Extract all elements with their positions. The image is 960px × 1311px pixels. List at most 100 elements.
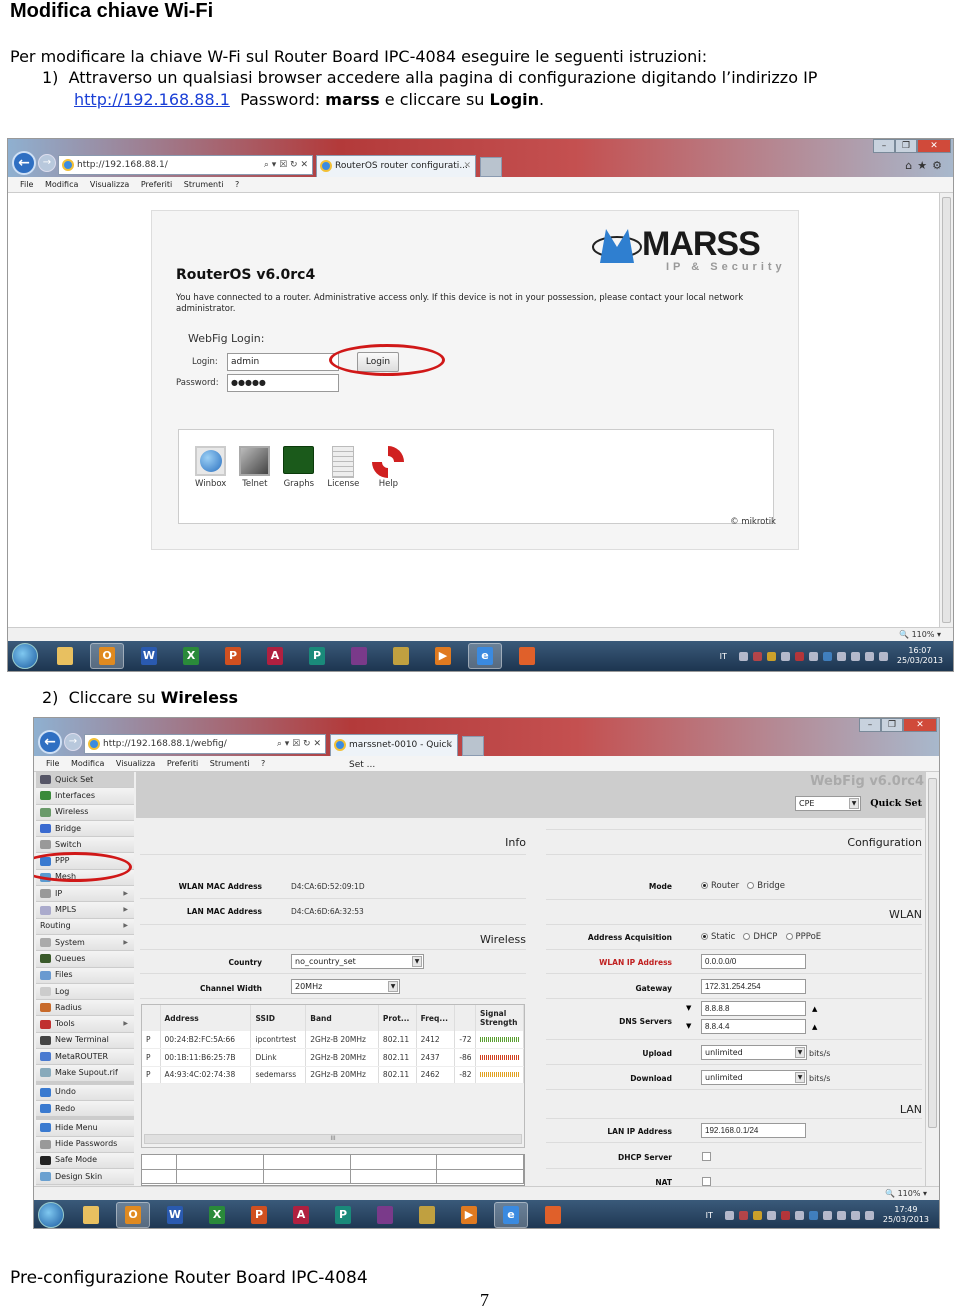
download-select[interactable]: unlimited ▼ [701, 1070, 807, 1085]
menu-visualizza[interactable]: Visualizza [116, 759, 155, 768]
sidebar-item-new-terminal[interactable]: New Terminal [36, 1032, 134, 1050]
language-indicator[interactable]: IT [720, 652, 727, 661]
dns-1-input[interactable] [701, 1001, 806, 1016]
tool-telnet[interactable]: Telnet [239, 446, 271, 489]
maximize-button[interactable]: ❐ [881, 718, 903, 732]
sidebar-item-redo[interactable]: Redo [36, 1100, 134, 1118]
sidebar-item-radius[interactable]: Radius [36, 1000, 134, 1017]
tray-icon[interactable] [794, 1210, 804, 1220]
tray-icon[interactable] [738, 651, 748, 661]
radio-bridge[interactable]: Bridge [747, 881, 785, 891]
maximize-button[interactable]: ❐ [895, 139, 917, 153]
taskbar-firefox[interactable] [536, 1202, 570, 1228]
menu-preferiti[interactable]: Preferiti [141, 180, 172, 189]
tray-icon[interactable] [766, 651, 776, 661]
forward-button[interactable]: → [38, 154, 56, 172]
dhcp-server-checkbox[interactable] [702, 1152, 711, 1161]
country-select[interactable]: no_country_set ▼ [291, 954, 424, 969]
menu-file[interactable]: File [20, 180, 33, 189]
taskbar-explorer[interactable] [74, 1202, 108, 1228]
taskbar-outlook[interactable]: O [90, 643, 124, 669]
menu-modifica[interactable]: Modifica [71, 759, 104, 768]
taskbar-internet-explorer[interactable]: e [494, 1202, 528, 1228]
tray-icon[interactable] [794, 651, 804, 661]
taskbar-powerpoint[interactable]: P [216, 643, 250, 669]
tray-icon[interactable] [780, 1210, 790, 1220]
sidebar-item-interfaces[interactable]: Interfaces [36, 788, 134, 805]
back-button[interactable]: ← [38, 730, 62, 754]
tray-icon[interactable] [822, 1210, 832, 1220]
sidebar-item-mpls[interactable]: MPLS ▶ [36, 902, 134, 919]
radio-dhcp[interactable]: DHCP [743, 932, 777, 942]
upload-select[interactable]: unlimited ▼ [701, 1045, 807, 1060]
tool-help[interactable]: Help [372, 446, 405, 489]
sidebar-item-bridge[interactable]: Bridge [36, 820, 134, 838]
taskbar-access[interactable]: A [284, 1202, 318, 1228]
login-input[interactable]: admin [227, 353, 339, 371]
col-signal-value[interactable] [454, 1005, 476, 1031]
tab-close-icon[interactable]: ✕ [463, 156, 471, 176]
tray-icon[interactable] [780, 651, 790, 661]
forward-button[interactable]: → [64, 733, 82, 751]
dns-2-up-icon[interactable]: ▲ [812, 1023, 817, 1031]
tray-icon[interactable] [808, 651, 818, 661]
browser-tab[interactable]: marssnet-0010 - Quick Set ... ✕ [330, 734, 458, 770]
taskbar-access[interactable]: A [258, 643, 292, 669]
taskbar-media[interactable]: ▶ [426, 643, 460, 669]
taskbar-publisher[interactable]: P [300, 643, 334, 669]
taskbar-outlook[interactable]: O [116, 1202, 150, 1228]
volume-icon[interactable] [864, 1210, 874, 1220]
favorites-star-icon[interactable]: ★ [917, 159, 932, 172]
flag-icon[interactable] [850, 651, 860, 661]
taskbar-explorer[interactable] [48, 643, 82, 669]
home-icon[interactable]: ⌂ [905, 159, 917, 172]
tray-icon[interactable] [724, 1210, 734, 1220]
vertical-scrollbar[interactable] [939, 193, 953, 627]
scrollbar-thumb[interactable] [942, 197, 951, 623]
volume-icon[interactable] [878, 651, 888, 661]
clock[interactable]: 16:07 25/03/2013 [897, 646, 943, 666]
new-tab-button[interactable] [462, 736, 484, 756]
taskbar-winrar[interactable] [368, 1202, 402, 1228]
network-icon[interactable] [864, 651, 874, 661]
horizontal-scrollbar[interactable]: III [144, 1134, 522, 1144]
sidebar-item-queues[interactable]: Queues [36, 951, 134, 968]
gear-icon[interactable]: ⚙ [932, 159, 947, 172]
taskbar-media[interactable]: ▶ [452, 1202, 486, 1228]
nat-checkbox[interactable] [702, 1177, 711, 1186]
radio-pppoe[interactable]: PPPoE [785, 932, 821, 942]
sidebar-item-quick-set[interactable]: Quick Set [36, 772, 134, 789]
menu-modifica[interactable]: Modifica [45, 180, 78, 189]
new-tab-button[interactable] [480, 157, 502, 177]
bluetooth-icon[interactable] [808, 1210, 818, 1220]
col-address[interactable]: Address [160, 1005, 252, 1031]
tool-graphs[interactable]: Graphs [283, 446, 315, 489]
sidebar-item-metarouter[interactable]: MetaROUTER [36, 1049, 134, 1066]
taskbar-archive[interactable] [384, 643, 418, 669]
scrollbar-thumb[interactable] [928, 778, 937, 1128]
menu-help[interactable]: ? [261, 759, 265, 768]
browser-tab[interactable]: RouterOS router configurati... ✕ [316, 155, 476, 177]
vertical-scrollbar[interactable] [925, 772, 939, 1186]
password-input[interactable]: ●●●●● [227, 374, 339, 392]
taskbar-firefox[interactable] [510, 643, 544, 669]
table-row[interactable]: P A4:93:4C:02:74:38 sedemarss 2GHz-B 20MHz 8… [142, 1066, 524, 1084]
tray-icon[interactable] [752, 651, 762, 661]
address-bar[interactable]: http://192.168.88.1/webfig/ ⌕ ▾ ☒ ↻ ✕ [84, 734, 326, 754]
tray-icon[interactable] [752, 1210, 762, 1220]
col-frequency[interactable]: Freq... [416, 1005, 456, 1031]
close-window-button[interactable]: ✕ [917, 139, 951, 153]
dns-1-up-icon[interactable]: ▲ [812, 1005, 817, 1013]
taskbar-word[interactable]: W [132, 643, 166, 669]
sidebar-item-design-skin[interactable]: Design Skin [36, 1169, 134, 1186]
sidebar-item-files[interactable]: Files [36, 967, 134, 984]
clock[interactable]: 17:49 25/03/2013 [883, 1205, 929, 1225]
zoom-level[interactable]: 110% [898, 1189, 921, 1198]
lan-ip-input[interactable] [701, 1123, 806, 1138]
network-icon[interactable] [850, 1210, 860, 1220]
start-button[interactable] [38, 1202, 64, 1228]
tray-icon[interactable] [836, 651, 846, 661]
address-controls[interactable]: ⌕ ▾ ☒ ↻ ✕ [277, 735, 321, 753]
taskbar-word[interactable]: W [158, 1202, 192, 1228]
tab-close-icon[interactable]: ✕ [445, 735, 453, 755]
